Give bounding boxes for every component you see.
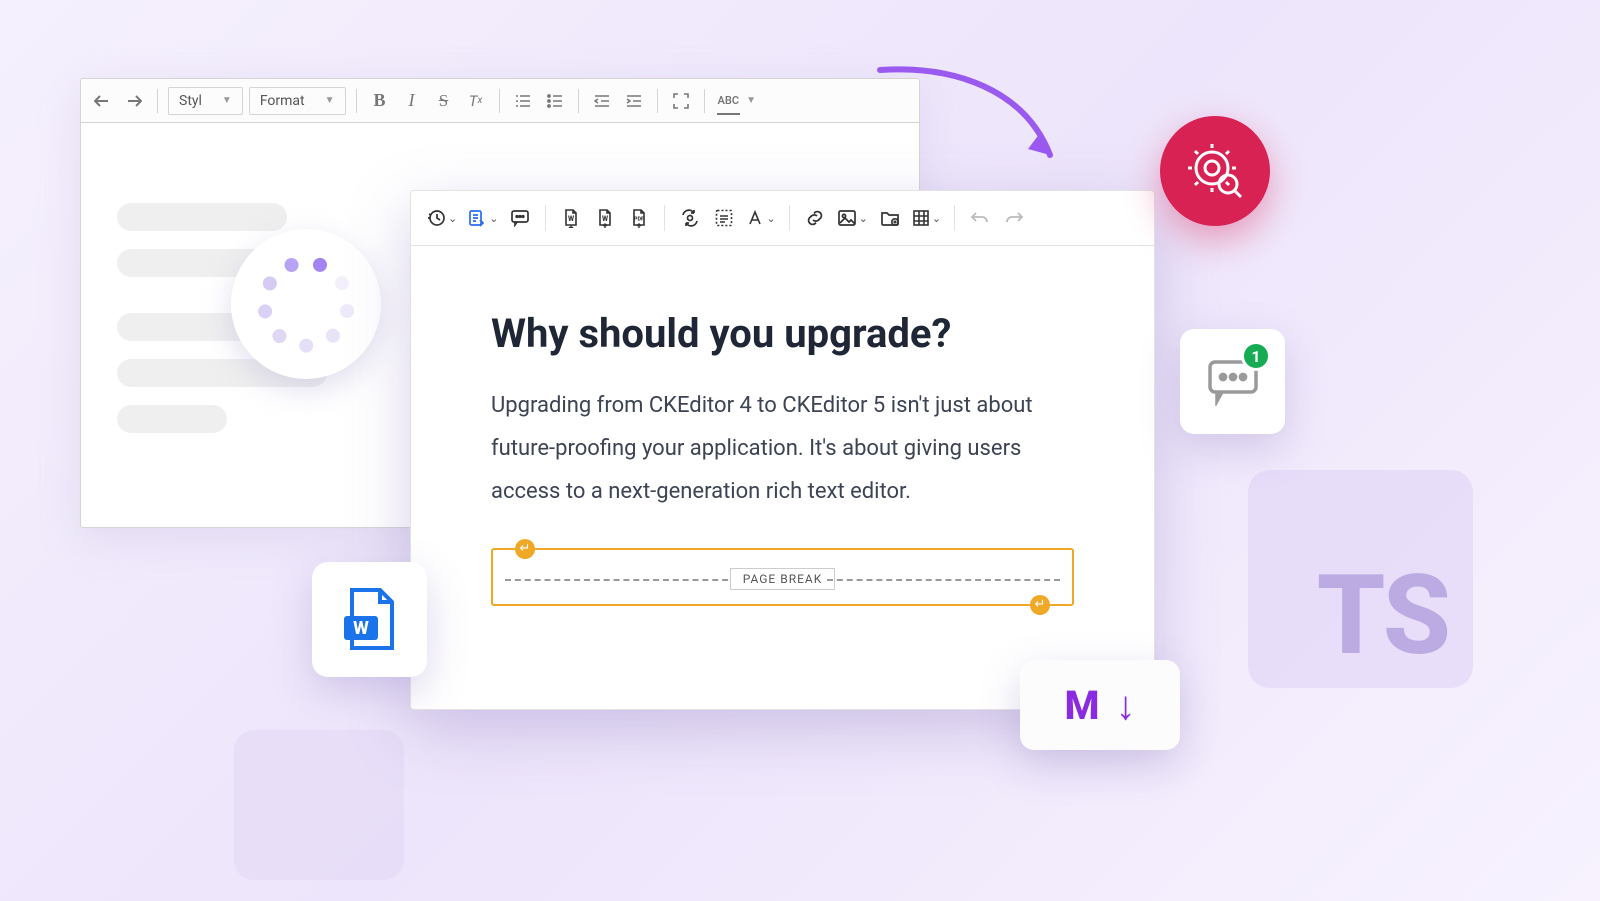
table-button[interactable]: ⌄ (909, 201, 944, 235)
widget-handle-icon[interactable]: ↵ (515, 539, 535, 559)
svg-text:W: W (568, 215, 574, 223)
format-label: Format (260, 93, 305, 109)
svg-text:PDF: PDF (634, 217, 644, 223)
page-break-widget[interactable]: ↵ PAGE BREAK ↵ (491, 548, 1074, 606)
font-family-button[interactable]: ⌄ (743, 201, 778, 235)
bullet-list-button[interactable] (542, 88, 568, 114)
content-paragraph: Upgrading from CKEditor 4 to CKEditor 5 … (491, 385, 1074, 514)
numbered-list-button[interactable] (510, 88, 536, 114)
comment-count-badge: 1 (1241, 341, 1271, 371)
track-changes-button[interactable]: ⌄ (464, 201, 501, 235)
widget-handle-icon[interactable]: ↵ (1030, 595, 1050, 615)
revision-history-button[interactable]: ⌄ (423, 201, 460, 235)
undo-button[interactable] (965, 201, 995, 235)
export-word-button[interactable]: W (590, 201, 620, 235)
styles-label: Styl (179, 93, 202, 109)
old-editor-toolbar: Styl▼ Format▼ B I S Tx ABC ▼ (81, 79, 919, 123)
placeholder-line (117, 203, 287, 231)
redo-button[interactable] (999, 201, 1029, 235)
typescript-label: TS (1317, 551, 1449, 680)
placeholder-line (117, 405, 227, 433)
italic-button[interactable]: I (399, 88, 425, 114)
bold-button[interactable]: B (367, 88, 393, 114)
content-heading: Why should you upgrade? (491, 310, 1074, 357)
comments-feature-card: 1 (1180, 329, 1285, 434)
migration-arrow-icon (875, 60, 1075, 180)
import-word-button[interactable]: W (556, 201, 586, 235)
outdent-button[interactable] (589, 88, 615, 114)
markdown-m-icon: M (1064, 682, 1099, 729)
redo-button[interactable] (121, 88, 147, 114)
markdown-feature-card: M ↓ (1020, 660, 1180, 750)
decorative-ghost-card (234, 730, 404, 880)
settings-feature-icon (1160, 116, 1270, 226)
new-editor-window: ⌄ ⌄ W W PDF ⌄ ⌄ ⌄ Why should you upgrade… (410, 190, 1155, 710)
spellcheck-button[interactable]: ABC (715, 88, 743, 114)
format-dropdown[interactable]: Format▼ (249, 87, 346, 115)
svg-text:W: W (353, 618, 369, 639)
export-pdf-button[interactable]: PDF (624, 201, 654, 235)
comment-button[interactable] (505, 201, 535, 235)
indent-button[interactable] (621, 88, 647, 114)
link-button[interactable] (800, 201, 830, 235)
strike-button[interactable]: S (431, 88, 457, 114)
word-import-feature-card: W (312, 562, 427, 677)
find-replace-button[interactable] (675, 201, 705, 235)
loading-spinner-icon (265, 263, 347, 345)
markdown-arrow-icon: ↓ (1116, 682, 1136, 729)
editor-content[interactable]: Why should you upgrade? Upgrading from C… (411, 246, 1154, 606)
fullscreen-button[interactable] (668, 88, 694, 114)
styles-dropdown[interactable]: Styl▼ (168, 87, 243, 115)
page-break-label: PAGE BREAK (730, 568, 836, 590)
typescript-card: TS (1248, 470, 1473, 688)
image-button[interactable]: ⌄ (834, 201, 871, 235)
undo-button[interactable] (89, 88, 115, 114)
clear-format-button[interactable]: Tx (463, 88, 489, 114)
word-file-icon: W (340, 586, 400, 654)
file-browser-button[interactable] (875, 201, 905, 235)
select-all-button[interactable] (709, 201, 739, 235)
svg-text:W: W (602, 215, 608, 223)
loading-spinner-card (231, 229, 381, 379)
new-editor-toolbar: ⌄ ⌄ W W PDF ⌄ ⌄ ⌄ (411, 191, 1154, 246)
